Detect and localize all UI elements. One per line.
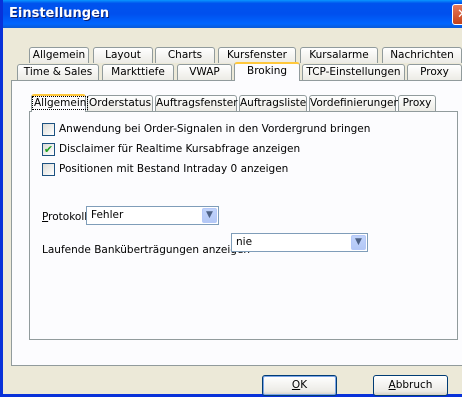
tab-time-sales[interactable]: Time & Sales	[17, 64, 99, 80]
chevron-down-icon[interactable]: ▼	[202, 208, 217, 223]
inner-tab-allgemein[interactable]: Allgemein	[31, 94, 89, 112]
inner-tab-proxy[interactable]: Proxy	[398, 95, 436, 111]
checkmark-icon: ✔	[43, 143, 54, 156]
protokoll-select[interactable]: Fehler ▼	[86, 206, 219, 225]
ok-button[interactable]: OK	[262, 375, 337, 396]
protokoll-label: Protokoll	[42, 211, 88, 223]
bankuebertragungen-value: nie	[236, 236, 253, 248]
option-disclaimer-label: Disclaimer für Realtime Kursabfrage anze…	[59, 143, 301, 155]
close-button[interactable]: ✕	[452, 4, 462, 25]
tab-charts[interactable]: Charts	[155, 47, 215, 63]
inner-tab-auftragsliste[interactable]: Auftragsliste	[239, 95, 307, 111]
option-vordergrund-label: Anwendung bei Order-Signalen in den Vord…	[59, 123, 371, 135]
close-icon: ✕	[457, 7, 462, 22]
tab-proxy[interactable]: Proxy	[407, 64, 462, 80]
checkbox-vordergrund[interactable]	[42, 123, 55, 136]
tab-markttiefe[interactable]: Markttiefe	[102, 64, 174, 80]
tab-layout[interactable]: Layout	[93, 47, 153, 63]
inner-tab-orderstatus[interactable]: Orderstatus	[87, 95, 153, 111]
inner-tab-auftragsfenster[interactable]: Auftragsfenster	[155, 95, 238, 111]
tab-kursalarme[interactable]: Kursalarme	[300, 47, 378, 63]
checkbox-disclaimer[interactable]: ✔	[42, 143, 55, 156]
cancel-button[interactable]: Abbruch	[373, 375, 448, 396]
tab-vwap[interactable]: VWAP	[177, 64, 232, 80]
checkbox-positionen[interactable]	[42, 163, 55, 176]
tab-tcp-einstellungen[interactable]: TCP-Einstellungen	[302, 64, 405, 80]
protokoll-value: Fehler	[91, 209, 124, 221]
title-bar[interactable]: Einstellungen ✕	[3, 0, 462, 28]
tab-nachrichten[interactable]: Nachrichten	[382, 47, 462, 63]
bankuebertragungen-select[interactable]: nie ▼	[231, 233, 368, 252]
window-title: Einstellungen	[9, 6, 110, 21]
tab-broking[interactable]: Broking	[234, 62, 300, 81]
bankuebertragungen-label: Laufende Banküberträgungen anzeigen	[42, 244, 251, 256]
chevron-down-icon[interactable]: ▼	[351, 235, 366, 250]
tab-kursfenster[interactable]: Kursfenster	[218, 47, 296, 63]
inner-tab-vordefinierungen[interactable]: Vordefinierungen	[309, 95, 400, 111]
tab-allgemein[interactable]: Allgemein	[29, 47, 89, 63]
option-positionen-label: Positionen mit Bestand Intraday 0 anzeig…	[59, 163, 289, 175]
